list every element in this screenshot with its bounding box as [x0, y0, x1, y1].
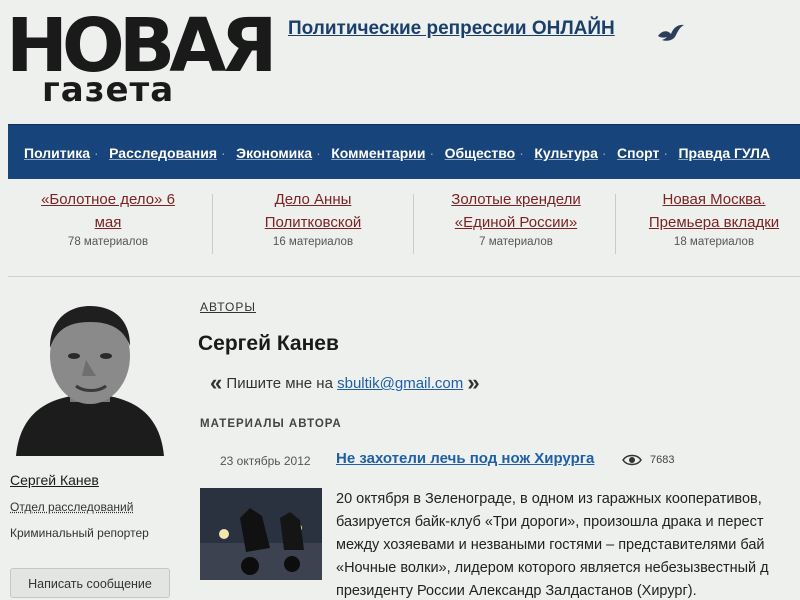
topic-title-line[interactable]: «Болотное дело» 6: [8, 188, 208, 211]
eye-icon: [622, 454, 642, 466]
nav-item-culture[interactable]: Культура ·: [534, 145, 606, 161]
article-date: 23 октябрь 2012: [220, 454, 311, 468]
topic-title-line[interactable]: мая: [8, 211, 208, 234]
nav-item-politics[interactable]: Политика ·: [24, 145, 99, 161]
page: НОВАЯ газета Политические репрессии ОНЛА…: [0, 0, 800, 600]
topic-title-line[interactable]: Новая Москва.: [614, 188, 800, 211]
nav-item-society[interactable]: Общество ·: [445, 145, 524, 161]
author-name-link[interactable]: Сергей Канев: [10, 472, 99, 488]
nav-item-gulag[interactable]: Правда ГУЛА: [678, 145, 770, 161]
materials-heading: МАТЕРИАЛЫ АВТОРА: [200, 418, 342, 430]
send-message-button[interactable]: Написать сообщение: [10, 568, 170, 598]
avatar: [16, 296, 164, 456]
excerpt-line: базируется байк-клуб «Три дороги», произ…: [336, 514, 764, 530]
topics-row: «Болотное дело» 6 мая 78 материалов Дело…: [8, 188, 800, 268]
view-count: 7683: [650, 454, 675, 466]
topic-title-line[interactable]: Премьера вкладки: [614, 211, 800, 234]
nav-item-comments[interactable]: Комментарии ·: [331, 145, 434, 161]
article-title-link[interactable]: Не захотели лечь под нож Хирурга: [336, 450, 594, 467]
nav-item-label[interactable]: Спорт: [617, 145, 659, 161]
article-thumbnail[interactable]: [200, 488, 322, 580]
excerpt-line: президенту России Александр Залдастанов …: [336, 583, 697, 599]
topic-title-line[interactable]: Дело Анны: [213, 188, 413, 211]
divider: [8, 276, 800, 277]
nav-item-label[interactable]: Общество: [445, 145, 516, 161]
bird-icon: [658, 24, 684, 41]
nav-item-label[interactable]: Политика: [24, 145, 90, 161]
topic-title-line[interactable]: Золотые крендели: [416, 188, 616, 211]
nav-item-label[interactable]: Расследования: [109, 145, 217, 161]
article-excerpt: 20 октября в Зеленограде, в одном из гар…: [336, 488, 800, 600]
nav-item-label[interactable]: Культура: [534, 145, 598, 161]
contact-line: « Пишите мне на sbultik@gmail.com »: [210, 370, 480, 396]
nav-item-investigations[interactable]: Расследования ·: [109, 145, 226, 161]
nav-item-sport[interactable]: Спорт ·: [617, 145, 668, 161]
topic-title-line[interactable]: Политковской: [213, 211, 413, 234]
topic-title-line[interactable]: «Единой России»: [416, 211, 616, 234]
email-link[interactable]: sbultik@gmail.com: [337, 375, 463, 392]
divider: [413, 194, 414, 254]
author-role: Криминальный репортер: [10, 526, 149, 540]
site-logo[interactable]: НОВАЯ газета: [6, 4, 277, 108]
nav-item-label[interactable]: Экономика: [236, 145, 312, 161]
logo-bottom: газета: [42, 70, 175, 110]
topic-count: 18 материалов: [673, 236, 755, 248]
contact-prefix: Пишите мне на: [226, 375, 333, 392]
department-link[interactable]: Отдел расследований: [10, 500, 133, 514]
quote-open: «: [210, 370, 223, 395]
page-title: Сергей Канев: [198, 332, 339, 355]
quote-close: »: [467, 370, 480, 395]
topic-item[interactable]: Золотые крендели «Единой России» 7 матер…: [416, 188, 616, 264]
excerpt-line: 20 октября в Зеленограде, в одном из гар…: [336, 491, 762, 507]
topic-item[interactable]: Новая Москва. Премьера вкладки 18 матери…: [614, 188, 800, 264]
section-label[interactable]: АВТОРЫ: [200, 300, 256, 314]
topic-count: 16 материалов: [272, 236, 354, 248]
nav-item-economy[interactable]: Экономика ·: [236, 145, 321, 161]
nav-item-label[interactable]: Комментарии: [331, 145, 425, 161]
nav-item-label[interactable]: Правда ГУЛА: [678, 145, 770, 161]
promo-link[interactable]: Политические репрессии ОНЛАЙН: [288, 18, 615, 40]
excerpt-line: «Ночные волки», лидером которого являетс…: [336, 560, 769, 576]
excerpt-line: между хозяевами и незваными гостями – пр…: [336, 537, 765, 553]
topic-item[interactable]: Дело Анны Политковской 16 материалов: [213, 188, 413, 264]
topic-count: 78 материалов: [67, 236, 149, 248]
topic-count: 7 материалов: [479, 236, 553, 248]
topic-item[interactable]: «Болотное дело» 6 мая 78 материалов: [8, 188, 208, 264]
main-nav: Политика · Расследования · Экономика · Комм…: [8, 124, 800, 179]
